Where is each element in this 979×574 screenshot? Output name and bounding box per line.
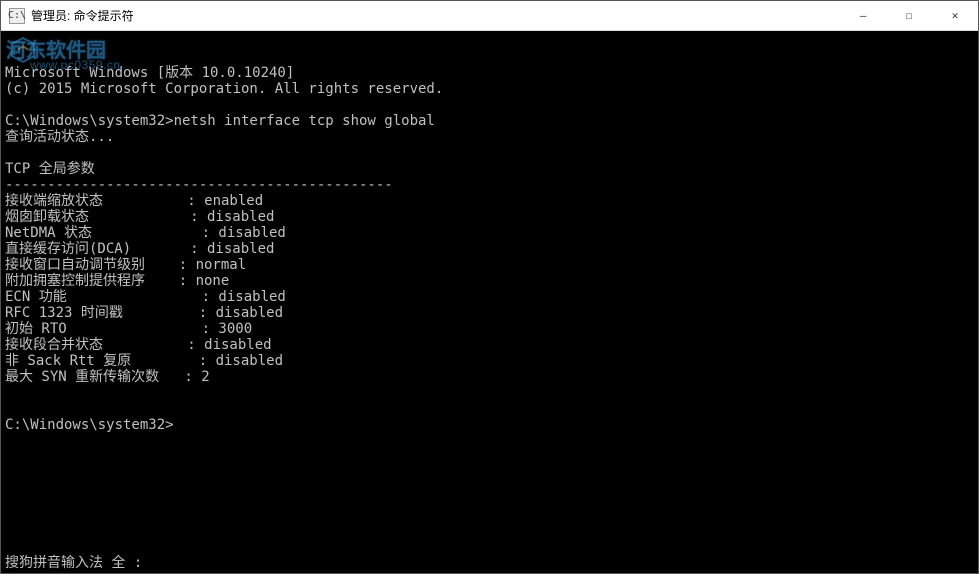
terminal-output[interactable]: Microsoft Windows [版本 10.0.10240](c) 201… — [1, 31, 978, 573]
terminal-line: ----------------------------------------… — [5, 177, 974, 193]
terminal-body: Microsoft Windows [版本 10.0.10240](c) 201… — [5, 65, 974, 433]
terminal-line: 接收段合并状态 : disabled — [5, 337, 974, 353]
minimize-button[interactable]: — — [840, 1, 886, 30]
terminal-line — [5, 145, 974, 161]
terminal-line: 接收窗口自动调节级别 : normal — [5, 257, 974, 273]
terminal-line: RFC 1323 时间戳 : disabled — [5, 305, 974, 321]
app-icon-text: C:\ — [8, 10, 26, 21]
terminal-line: (c) 2015 Microsoft Corporation. All righ… — [5, 81, 974, 97]
titlebar[interactable]: C:\ 管理员: 命令提示符 — ☐ ✕ — [1, 1, 978, 31]
terminal-line: 最大 SYN 重新传输次数 : 2 — [5, 369, 974, 385]
terminal-line: 烟囱卸载状态 : disabled — [5, 209, 974, 225]
terminal-line: 附加拥塞控制提供程序 : none — [5, 273, 974, 289]
window-controls: — ☐ ✕ — [840, 1, 978, 30]
terminal-line: 非 Sack Rtt 复原 : disabled — [5, 353, 974, 369]
command-prompt-window: C:\ 管理员: 命令提示符 — ☐ ✕ Microsoft Windows [… — [0, 0, 979, 574]
terminal-line: 查询活动状态... — [5, 129, 974, 145]
maximize-button[interactable]: ☐ — [886, 1, 932, 30]
terminal-line: 直接缓存访问(DCA) : disabled — [5, 241, 974, 257]
terminal-line — [5, 97, 974, 113]
terminal-line: C:\Windows\system32> — [5, 417, 974, 433]
terminal-line — [5, 385, 974, 401]
close-button[interactable]: ✕ — [932, 1, 978, 30]
terminal-line: 接收端缩放状态 : enabled — [5, 193, 974, 209]
ime-status: 搜狗拼音输入法 全 : — [5, 555, 142, 571]
terminal-line: ECN 功能 : disabled — [5, 289, 974, 305]
terminal-line: TCP 全局参数 — [5, 161, 974, 177]
terminal-line: C:\Windows\system32>netsh interface tcp … — [5, 113, 974, 129]
terminal-line: 初始 RTO : 3000 — [5, 321, 974, 337]
terminal-line — [5, 401, 974, 417]
terminal-line: NetDMA 状态 : disabled — [5, 225, 974, 241]
terminal-line: Microsoft Windows [版本 10.0.10240] — [5, 65, 974, 81]
app-icon: C:\ — [9, 8, 25, 24]
window-title: 管理员: 命令提示符 — [31, 7, 840, 24]
